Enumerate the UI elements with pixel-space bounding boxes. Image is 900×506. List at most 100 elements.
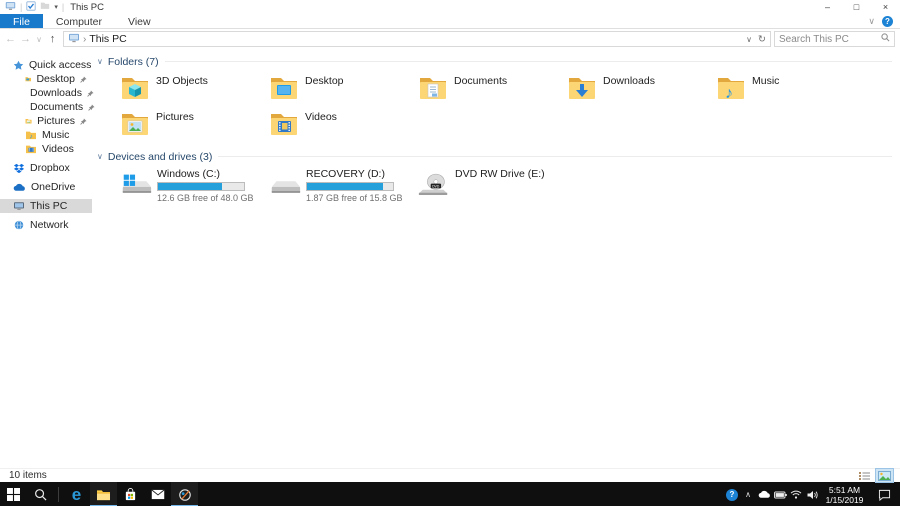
sidebar-label: Desktop <box>36 73 75 85</box>
drive-info: RECOVERY (D:) 1.87 GB free of 15.8 GB <box>306 167 403 207</box>
address-dropdown-icon[interactable]: ∨ <box>746 35 752 44</box>
tray-help-icon[interactable]: ? <box>725 488 739 501</box>
address-bar[interactable]: › This PC ∨ ↻ <box>63 31 771 47</box>
sidebar-label: This PC <box>30 200 68 212</box>
tray-show-hidden-icons[interactable]: ∧ <box>741 490 755 499</box>
group-rule <box>218 156 892 157</box>
svg-text:♪: ♪ <box>725 85 733 102</box>
pin-icon <box>80 75 87 83</box>
qat-new-folder-icon[interactable] <box>40 1 50 13</box>
sidebar-item-pictures[interactable]: Pictures <box>0 114 92 128</box>
tray-onedrive-icon[interactable] <box>757 490 771 499</box>
tile-label: Documents <box>454 75 508 87</box>
qat-properties-icon[interactable] <box>26 0 36 14</box>
close-button[interactable]: × <box>871 0 900 14</box>
minimize-button[interactable]: – <box>813 0 842 14</box>
search-input[interactable] <box>779 33 879 45</box>
drive-tile-windows-c[interactable]: Windows (C:) 12.6 GB free of 48.0 GB <box>119 167 268 207</box>
ribbon-tab-bar: File Computer View ∨ ? <box>0 14 900 29</box>
window-title: This PC <box>70 1 104 13</box>
sidebar-item-this-pc[interactable]: This PC <box>0 199 92 213</box>
drive-free-space: 1.87 GB free of 15.8 GB <box>306 193 403 203</box>
group-header-folders[interactable]: ∨ Folders (7) <box>97 55 892 68</box>
star-icon <box>13 60 24 70</box>
status-bar: 10 items <box>0 468 900 483</box>
tile-label: Downloads <box>603 75 655 87</box>
taskbar-edge-icon[interactable]: e <box>63 482 90 506</box>
documents-folder-icon <box>420 78 446 99</box>
collapse-chevron-icon[interactable]: ∨ <box>97 152 103 161</box>
sidebar-item-music[interactable]: ♪ Music <box>0 128 92 142</box>
recent-locations-icon[interactable]: ∨ <box>33 35 45 44</box>
sidebar-label: Music <box>42 129 70 141</box>
folder-tile-downloads[interactable]: Downloads <box>566 72 715 108</box>
taskbar-file-explorer-icon[interactable] <box>90 482 117 506</box>
refresh-icon[interactable]: ↻ <box>758 34 766 45</box>
search-icon[interactable] <box>881 33 890 45</box>
sidebar-item-videos[interactable]: Videos <box>0 142 92 156</box>
capacity-bar-fill <box>307 183 383 190</box>
group-header-devices[interactable]: ∨ Devices and drives (3) <box>97 150 892 163</box>
music-folder-icon: ♪ <box>718 78 744 102</box>
up-button[interactable]: ↑ <box>45 33 60 45</box>
sidebar-item-desktop[interactable]: Desktop <box>0 72 92 86</box>
qat-customize-dropdown-icon[interactable]: ▾ <box>54 3 58 11</box>
large-icons-view-icon[interactable] <box>875 468 894 483</box>
clock-time: 5:51 AM <box>828 484 861 495</box>
computer-icon <box>14 202 24 210</box>
item-count: 10 items <box>9 470 47 481</box>
sidebar-item-documents[interactable]: Documents <box>0 100 95 114</box>
folder-tile-videos[interactable]: Videos <box>268 108 417 144</box>
tab-file[interactable]: File <box>0 14 43 28</box>
svg-text:DVD: DVD <box>432 184 440 188</box>
sidebar-item-dropbox[interactable]: Dropbox <box>0 161 92 175</box>
folder-tile-documents[interactable]: Documents <box>417 72 566 108</box>
taskbar-mail-icon[interactable] <box>144 482 171 506</box>
ribbon-collapse-icon[interactable]: ∨ <box>868 16 875 27</box>
desktop-screen: | ▾ | This PC – □ × File Computer View ∨… <box>0 0 900 506</box>
taskbar-clock[interactable]: 5:51 AM 1/15/2019 <box>821 485 868 505</box>
tab-view[interactable]: View <box>115 14 164 28</box>
taskbar-search-button[interactable] <box>27 482 54 506</box>
tray-wifi-icon[interactable] <box>789 490 803 499</box>
forward-button[interactable]: → <box>18 33 33 45</box>
folder-tile-music[interactable]: ♪ Music <box>715 72 864 108</box>
group-label: Devices and drives (3) <box>107 150 213 163</box>
collapse-chevron-icon[interactable]: ∨ <box>97 57 103 66</box>
dvd-drive-icon: DVD <box>418 173 448 196</box>
pictures-folder-icon <box>122 114 148 135</box>
help-icon[interactable]: ? <box>882 15 893 27</box>
group-rule <box>164 61 892 62</box>
sidebar-label: Network <box>30 219 69 231</box>
sidebar-label: Downloads <box>30 87 82 99</box>
taskbar-store-icon[interactable] <box>117 482 144 506</box>
drive-tile-dvd-e[interactable]: DVD DVD RW Drive (E:) <box>417 167 566 207</box>
taskbar-paint3d-icon[interactable] <box>171 482 198 506</box>
group-label: Folders (7) <box>107 55 159 68</box>
downloads-folder-icon <box>569 78 595 99</box>
tray-volume-icon[interactable] <box>805 490 819 500</box>
folder-tile-desktop[interactable]: Desktop <box>268 72 417 108</box>
sidebar-item-network[interactable]: Network <box>0 218 92 232</box>
maximize-button[interactable]: □ <box>842 0 871 14</box>
breadcrumb[interactable]: This PC <box>89 33 126 45</box>
sidebar-item-quick-access[interactable]: Quick access <box>0 58 92 72</box>
action-center-icon[interactable] <box>870 489 898 501</box>
tab-computer[interactable]: Computer <box>43 14 115 28</box>
capacity-bar <box>157 182 245 191</box>
back-button[interactable]: ← <box>3 33 18 45</box>
folder-tile-pictures[interactable]: Pictures <box>119 108 268 144</box>
drive-label: Windows (C:) <box>157 168 221 180</box>
start-button[interactable] <box>0 482 27 506</box>
drive-tile-recovery-d[interactable]: RECOVERY (D:) 1.87 GB free of 15.8 GB <box>268 167 417 207</box>
sidebar-item-onedrive[interactable]: OneDrive <box>0 180 92 194</box>
folder-tile-3d-objects[interactable]: 3D Objects <box>119 72 268 108</box>
drive-label: DVD RW Drive (E:) <box>455 168 545 180</box>
sidebar-item-downloads[interactable]: Downloads <box>0 86 94 100</box>
search-box[interactable] <box>774 31 895 47</box>
address-bar-controls: ∨ ↻ <box>746 34 766 45</box>
details-view-icon[interactable] <box>856 469 873 482</box>
3d-objects-folder-icon <box>122 78 148 99</box>
qat-separator2: | <box>61 2 65 12</box>
tray-battery-icon[interactable] <box>773 491 787 499</box>
